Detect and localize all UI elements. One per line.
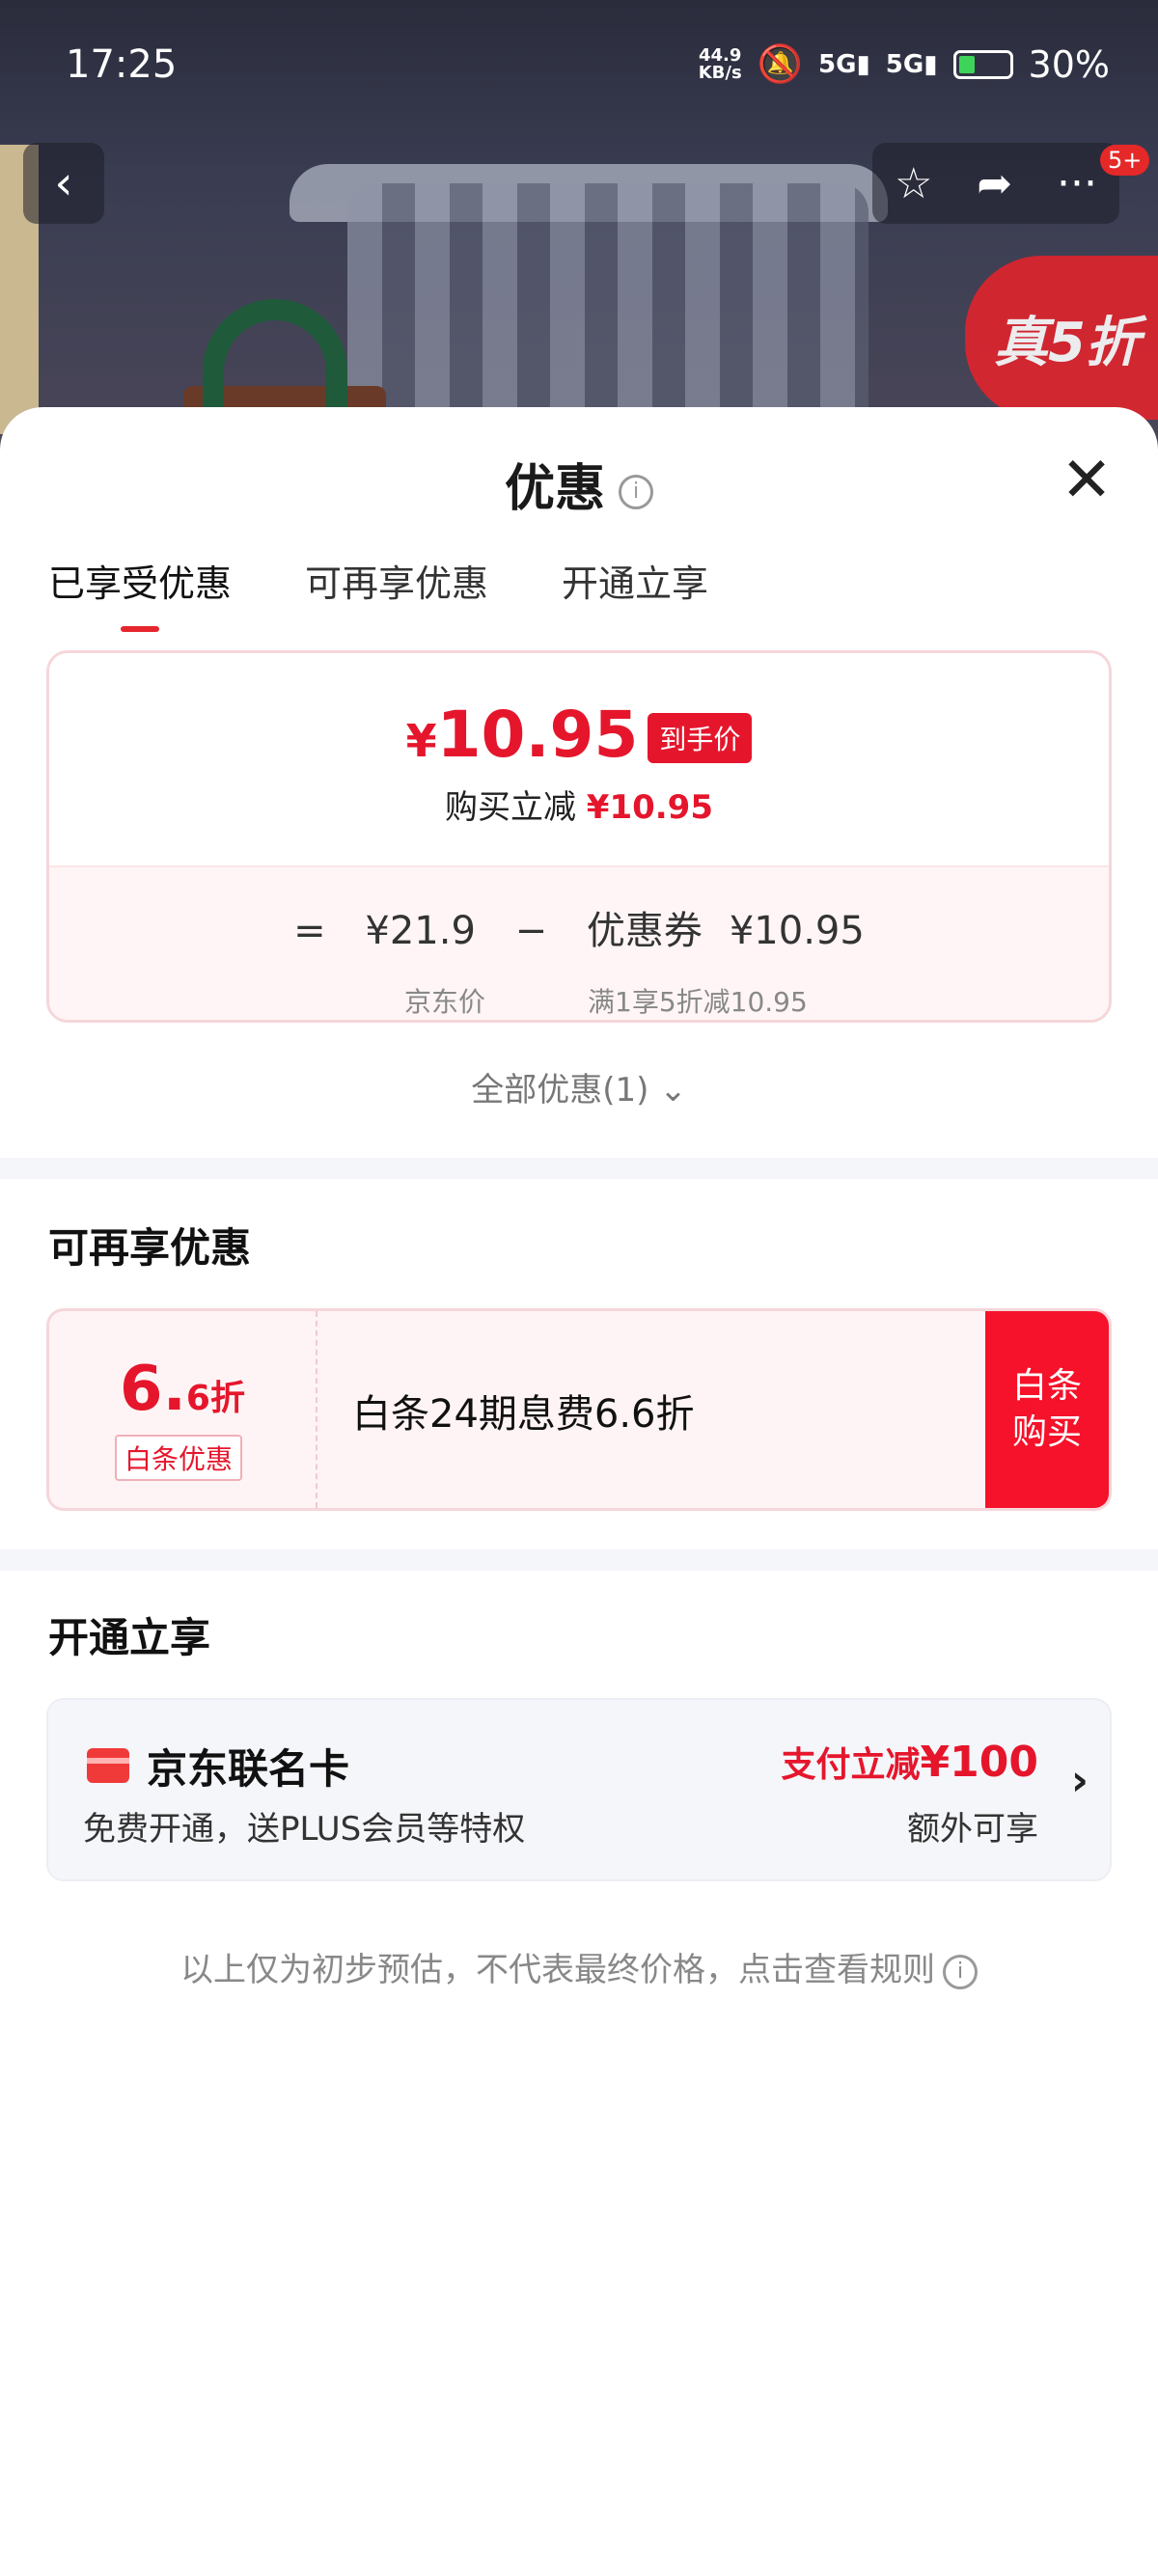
signal-label-2: 5G: [885, 49, 924, 79]
network-speed-unit: KB/s: [698, 62, 742, 83]
enjoyed-discount-card: ¥10.95 到手价 购买立减 ¥10.95 = ¥21.9 − 优惠券 ¥10.9…: [46, 650, 1112, 1023]
reduce-line: 购买立减 ¥10.95: [49, 781, 1109, 828]
final-price: ¥10.95 到手价: [49, 698, 1109, 772]
crib-shape: [347, 183, 868, 434]
jd-price: ¥21.9: [365, 909, 476, 953]
close-button[interactable]: ✕: [1058, 450, 1116, 511]
final-price-tag: 到手价: [648, 713, 753, 763]
tab-open[interactable]: 开通立享: [562, 554, 708, 632]
network-speed-value: 44.9: [699, 44, 742, 66]
credit-card-icon: [87, 1748, 129, 1783]
discount-sheet: 优惠 i ✕ 已享受优惠 可再享优惠 开通立享 ¥10.95 到手价 购买立减 ¥1…: [0, 407, 1158, 2576]
sheet-title-text: 优惠: [504, 460, 605, 518]
status-bar: 17:25 44.9 KB/s 🔕 5G▮ 5G▮ 30%: [0, 0, 1158, 125]
card-reduce-label: 支付立减: [781, 1745, 921, 1785]
card-extra: 额外可享: [907, 1810, 1038, 1849]
cobrand-card-offer[interactable]: 京东联名卡 免费开通，送PLUS会员等特权 支付立减¥100 额外可享 ›: [46, 1698, 1112, 1881]
disclaimer-text: 以上仅为初步预估，不代表最终价格，点击查看规则: [180, 1951, 935, 1989]
price-summary: ¥10.95 到手价 购买立减 ¥10.95: [49, 653, 1109, 865]
card-description: 免费开通，送PLUS会员等特权: [83, 1810, 526, 1849]
sheet-title: 优惠 i: [0, 448, 1158, 520]
tab-more[interactable]: 可再享优惠: [305, 554, 488, 632]
promo-tag: 真5折: [965, 256, 1158, 420]
baitiao-discount-badge: 6.6折 白条优惠: [49, 1311, 317, 1508]
reduce-value: ¥10.95: [586, 788, 713, 827]
battery-level: 30%: [1028, 42, 1110, 86]
back-button[interactable]: ‹: [23, 143, 104, 224]
baitiao-buy-label: 白条 购买: [1012, 1363, 1082, 1456]
info-icon[interactable]: i: [619, 475, 653, 509]
all-offers-text: 全部优惠(1): [471, 1071, 649, 1110]
star-icon[interactable]: ☆: [895, 159, 932, 208]
baitiao-discount-card: 6.6折 白条优惠 白条24期息费6.6折 白条 购买: [46, 1308, 1112, 1511]
chevron-down-icon: ⌄: [659, 1071, 687, 1110]
card-reduce: 支付立减¥100: [782, 1737, 1038, 1787]
price-formula: = ¥21.9 − 优惠券 ¥10.95: [49, 899, 1109, 955]
coupon-label: 优惠券: [586, 909, 703, 953]
baitiao-discount-value: 6.6折: [49, 1354, 316, 1425]
status-time: 17:25: [66, 42, 178, 87]
card-reduce-amount: ¥100: [920, 1738, 1038, 1787]
baitiao-buy-line2: 购买: [1011, 1412, 1082, 1452]
toy-handle-shape: [203, 299, 347, 415]
disclaimer[interactable]: 以上仅为初步预估，不代表最终价格，点击查看规则 i: [0, 1943, 1158, 1990]
close-icon: ✕: [1061, 445, 1113, 516]
chevron-right-icon: ›: [1070, 1756, 1089, 1805]
message-badge: 5+: [1100, 145, 1150, 176]
section-divider: [0, 1158, 1158, 1179]
coupon-value: ¥10.95: [729, 909, 865, 953]
tab-enjoyed[interactable]: 已享受优惠: [48, 554, 232, 632]
signal-icon-2: 5G▮: [885, 49, 938, 79]
more-discount-title: 可再享优惠: [48, 1224, 252, 1272]
baitiao-description: 白条24期息费6.6折: [352, 1392, 695, 1437]
status-icons: 44.9 KB/s 🔕 5G▮ 5G▮ 30%: [699, 42, 1110, 86]
discount-small: 6折: [185, 1379, 245, 1418]
final-price-value: 10.95: [436, 698, 639, 772]
discount-big: 6.: [120, 1354, 186, 1425]
section-divider: [0, 1549, 1158, 1571]
currency-symbol: ¥: [405, 715, 437, 767]
info-icon: i: [943, 1954, 978, 1989]
chevron-left-icon: ‹: [54, 156, 73, 210]
network-speed: 44.9 KB/s: [698, 44, 742, 83]
coupon-description: 满1享5折减10.95: [588, 986, 808, 1018]
baitiao-buy-line1: 白条: [1011, 1366, 1082, 1406]
jd-price-label: 京东价: [404, 986, 486, 1018]
signal-icon-1: 5G▮: [818, 49, 870, 79]
minus-sign: −: [514, 909, 548, 953]
baitiao-buy-button[interactable]: 白条 购买: [985, 1311, 1109, 1508]
share-icon[interactable]: ➦: [977, 159, 1012, 208]
battery-icon: [952, 49, 1013, 79]
mute-icon: 🔕: [757, 42, 804, 85]
tab-bar: 已享受优惠 可再享优惠 开通立享: [48, 554, 708, 632]
open-discount-title: 开通立享: [48, 1614, 211, 1661]
header-actions: ☆ ➦ ···: [872, 143, 1119, 224]
card-name: 京东联名卡: [147, 1745, 350, 1793]
more-icon[interactable]: ···: [1057, 159, 1097, 208]
reduce-label: 购买立减: [444, 788, 576, 827]
equals-sign: =: [293, 909, 326, 953]
all-offers-link[interactable]: 全部优惠(1) ⌄: [0, 1063, 1158, 1110]
signal-label-1: 5G: [818, 49, 857, 79]
baitiao-label: 白条优惠: [115, 1435, 243, 1481]
